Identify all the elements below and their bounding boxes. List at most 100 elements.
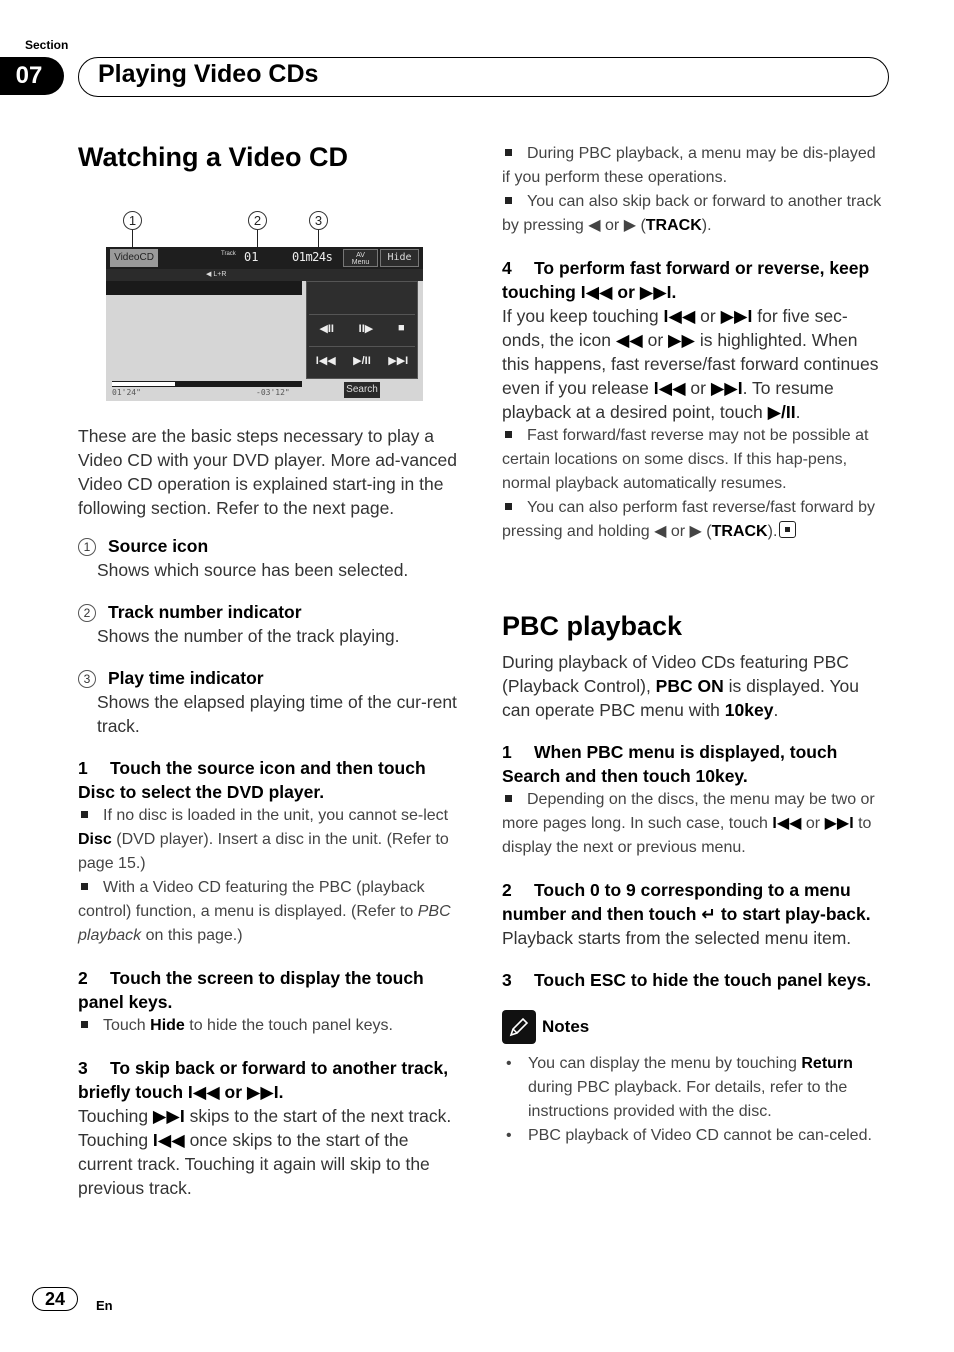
av-menu-line2: Menu: [351, 259, 370, 266]
step-4-body: If you keep touching I◀◀ or ▶▶I for five…: [502, 306, 879, 422]
page-title: Watching a Video CD: [78, 142, 349, 172]
next-track-icon[interactable]: ▶▶I: [388, 354, 408, 367]
track-number-indicator: 01: [244, 250, 259, 264]
status-bar: VideoCD Track 01 01m24s AV Menu Hide: [106, 247, 423, 269]
notes-title: Notes: [542, 1017, 590, 1036]
step-2-bullet: Touch Hide to hide the touch panel keys.: [78, 1014, 463, 1038]
item-number: 1: [78, 538, 96, 556]
stop-icon[interactable]: ■: [398, 322, 405, 335]
av-menu-line1: AV: [356, 252, 365, 259]
item-description: Shows the number of the track playing.: [97, 626, 400, 646]
bullet-square-icon: [81, 810, 88, 818]
controls-row-1: ◀II II▶ ■: [307, 322, 417, 335]
previous-track-icon: I◀◀: [663, 306, 696, 326]
previous-track-icon: I◀◀: [187, 1082, 220, 1102]
play-time-indicator: 01m24s: [292, 250, 333, 264]
previous-track-icon[interactable]: I◀◀: [316, 354, 336, 367]
page-number: 24: [32, 1287, 78, 1311]
intro-paragraph: These are the basic steps necessary to p…: [78, 426, 458, 518]
bullet-square-icon: [505, 794, 512, 802]
step-3-body: Touching ▶▶I skips to the start of the n…: [78, 1106, 452, 1198]
speaker-icon: ◀: [206, 271, 212, 278]
pbc-note-bullet: During PBC playback, a menu may be dis-p…: [502, 145, 876, 186]
step-2-heading: 2 Touch the screen to display the touch p…: [78, 966, 463, 1014]
pbc-step-1-bullet: Depending on the discs, the menu may be …: [502, 791, 875, 856]
section-number: 07: [0, 57, 64, 95]
step-number: 1: [78, 758, 88, 778]
rewind-icon: ◀◀: [615, 330, 643, 350]
right-column-pbc: During playback of Video CDs featuring P…: [502, 650, 887, 1148]
next-track-icon: ▶▶I: [639, 282, 672, 302]
note-item: • PBC playback of Video CD cannot be can-…: [506, 1127, 872, 1144]
step-forward-icon[interactable]: II▶: [359, 322, 374, 335]
item-track-number: 2 Track number indicator Shows the number…: [78, 600, 463, 648]
item-heading: Track number indicator: [108, 602, 302, 622]
step-1-bullet-1: If no disc is loaded in the unit, you ca…: [78, 807, 449, 872]
bullet-square-icon: [505, 196, 512, 204]
previous-track-icon: I◀◀: [772, 815, 802, 832]
play-pause-icon[interactable]: ▶/II: [353, 354, 371, 367]
left-column: These are the basic steps necessary to p…: [78, 424, 463, 1200]
panel-divider: [309, 346, 415, 347]
next-track-icon: ▶▶I: [246, 1082, 279, 1102]
track-label: Track: [221, 251, 236, 257]
pbc-step-2-body: Playback starts from the selected menu i…: [502, 928, 852, 948]
controls-row-2: I◀◀ ▶/II ▶▶I: [307, 354, 417, 367]
section-label: Section: [25, 38, 69, 52]
end-of-section-icon: [779, 521, 797, 538]
right-column-top: During PBC playback, a menu may be dis-p…: [502, 142, 887, 544]
track-button-bullet: You can also skip back or forward to ano…: [502, 193, 882, 234]
section-title: Playing Video CDs: [98, 60, 319, 88]
source-icon-button[interactable]: VideoCD: [110, 249, 158, 267]
item-description: Shows the elapsed playing time of the cu…: [97, 692, 457, 736]
previous-track-icon: I◀◀: [152, 1130, 185, 1150]
step-1-heading: 1 Touch the source icon and then touch Di…: [78, 756, 463, 804]
av-menu-button[interactable]: AV Menu: [343, 249, 378, 267]
remaining-time: -03'12": [256, 388, 290, 397]
next-track-icon: ▶▶I: [824, 815, 854, 832]
callout-2: 2: [248, 211, 267, 230]
notes-heading: Notes: [502, 1010, 887, 1044]
previous-track-icon: I◀◀: [653, 378, 686, 398]
note-item: • You can display the menu by touching Re…: [506, 1055, 853, 1120]
pbc-playback-title: PBC playback: [502, 611, 683, 641]
step-1-bullet-2: With a Video CD featuring the PBC (playb…: [78, 879, 451, 944]
step-number: 3: [78, 1058, 88, 1078]
search-button[interactable]: Search: [344, 382, 380, 398]
fast-forward-icon: ▶▶: [668, 330, 695, 350]
step-4-heading: 4 To perform fast forward or reverse, kee…: [502, 258, 870, 302]
next-track-icon: ▶▶I: [152, 1106, 185, 1126]
language-label: En: [96, 1298, 113, 1313]
hide-button[interactable]: Hide: [380, 249, 419, 267]
item-heading: Source icon: [108, 536, 209, 556]
step-4-bullet-1: Fast forward/fast reverse may not be pos…: [502, 427, 869, 492]
previous-track-icon: I◀◀: [580, 282, 613, 302]
touch-panel-keys: ◀II II▶ ■ I◀◀ ▶/II ▶▶I: [306, 281, 418, 379]
pencil-icon: [502, 1010, 536, 1044]
step-back-icon[interactable]: ◀II: [319, 322, 334, 335]
enter-icon: ↵: [701, 904, 716, 924]
pbc-step-2-heading: 2 Touch 0 to 9 corresponding to a menu nu…: [502, 880, 871, 924]
pbc-step-3-heading: 3 Touch ESC to hide the touch panel keys.: [502, 970, 872, 990]
step-3-heading: 3 To skip back or forward to another trac…: [78, 1058, 449, 1102]
next-track-icon: ▶▶I: [710, 378, 743, 398]
item-source-icon: 1 Source icon Shows which source has been…: [78, 534, 463, 582]
audio-bar: ◀ L+R: [106, 269, 423, 281]
item-number: 3: [78, 670, 96, 688]
elapsed-time: 01'24": [112, 388, 141, 397]
callout-1: 1: [123, 211, 142, 230]
bullet-square-icon: [505, 502, 512, 510]
progress-bar: [112, 381, 302, 387]
callout-3: 3: [309, 211, 328, 230]
video-strip: [106, 281, 302, 295]
step-number: 4: [502, 258, 512, 278]
bullet-square-icon: [81, 1020, 88, 1028]
next-track-icon: ▶▶I: [720, 306, 753, 326]
audio-channel: ◀ L+R: [206, 270, 226, 278]
progress-bar-fill: [112, 382, 175, 386]
bullet-square-icon: [505, 148, 512, 156]
step-number: 3: [502, 970, 512, 990]
item-heading: Play time indicator: [108, 668, 264, 688]
pbc-intro: During playback of Video CDs featuring P…: [502, 652, 859, 720]
bullet-square-icon: [81, 882, 88, 890]
